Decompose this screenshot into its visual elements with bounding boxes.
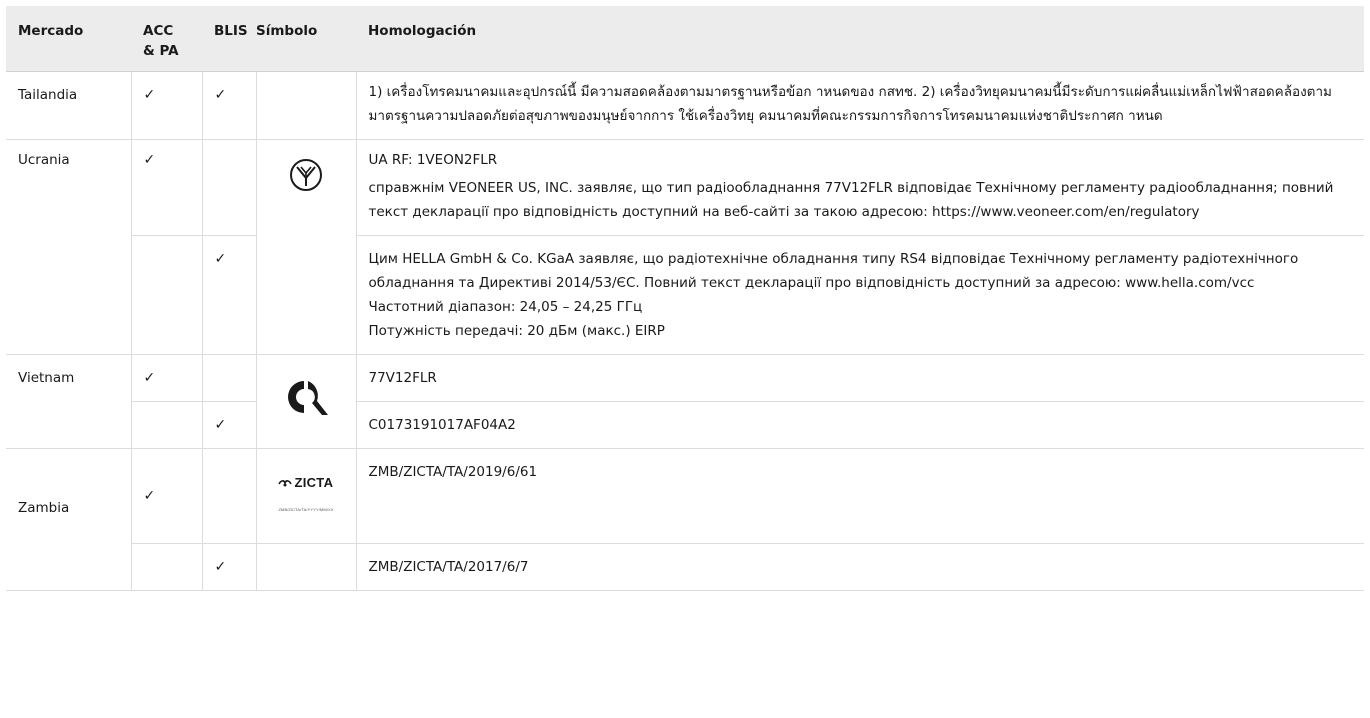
ukrainian-conformity-mark-icon — [289, 158, 323, 200]
symbol-empty-zambia-blis — [255, 542, 357, 591]
homologation-cell-thailand: 1) เครื่องโทรคมนาคมและอุปกรณ์นี้ มีความส… — [355, 70, 1364, 140]
blis-check-vietnam: ✓ — [201, 400, 257, 449]
symbol-cell-vietnam — [255, 353, 357, 449]
market-cell-vietnam: Vietnam — [6, 353, 132, 449]
acc-pa-empty-ukraine-blis — [131, 234, 203, 355]
header-market: Mercado — [6, 6, 131, 72]
symbol-cell-ukraine — [255, 138, 357, 355]
zicta-logo-mark: ZICTA — [278, 471, 333, 495]
blis-check-zambia: ✓ — [201, 542, 257, 591]
header-acc-pa-line2: & PA — [143, 43, 179, 59]
vietnam-cr-mark-icon — [284, 377, 328, 425]
table-row-ukraine-blis: ✓ Цим HELLA GmbH & Co. KGaA заявляє, що … — [6, 234, 1364, 355]
acc-pa-empty-zambia-blis — [131, 542, 203, 591]
ukraine-blis-line-2: Частотний діапазон: 24,05 – 24,25 ГГц — [368, 298, 643, 315]
market-cell-ukraine: Ucrania — [6, 138, 132, 355]
blis-empty-vietnam-acc — [201, 353, 257, 402]
homologation-cell-zambia-blis: ZMB/ZICTA/TA/2017/6/7 — [355, 542, 1364, 591]
table-header-row: Mercado ACC & PA BLIS Símbolo Homologaci… — [6, 6, 1364, 72]
acc-pa-check-thailand: ✓ — [130, 70, 203, 140]
blis-empty-zambia-acc — [201, 447, 257, 544]
zicta-logo: ZICTA ZMB/ZICTA/TA/YYYY/MM/XX — [278, 471, 333, 522]
header-homologation: Homologación — [356, 6, 1364, 72]
header-symbol: Símbolo — [256, 6, 356, 72]
zicta-logo-subtext: ZMB/ZICTA/TA/YYYY/MM/XX — [278, 507, 334, 512]
blis-empty-ukraine-acc — [201, 138, 257, 236]
table-row-zambia-acc: Zambia ✓ ZICTA ZMB/ZICTA/TA/YYYY/MM/XX Z… — [6, 447, 1364, 591]
header-blis: BLIS — [202, 6, 256, 72]
homologation-cell-zambia-acc: ZMB/ZICTA/TA/2019/6/61 — [355, 447, 1364, 544]
zicta-logo-text: ZICTA — [294, 475, 334, 490]
symbol-cell-zambia: ZICTA ZMB/ZICTA/TA/YYYY/MM/XX — [255, 447, 357, 544]
ukraine-blis-line-3: Потужність передачі: 20 дБм (макс.) EIRP — [368, 322, 665, 339]
regulatory-table: Mercado ACC & PA BLIS Símbolo Homologaci… — [6, 6, 1364, 591]
ukraine-acc-line-1: UA RF: 1VEON2FLR — [368, 151, 498, 168]
zicta-emblem-icon — [278, 480, 293, 487]
market-cell-zambia: Zambia — [6, 447, 132, 591]
ukraine-acc-line-2: справжнім VEONEER US, INC. заявляє, що т… — [368, 179, 1334, 220]
table-row-thailand: Tailandia ✓ ✓ 1) เครื่องโทรคมนาคมและอุปก… — [6, 70, 1364, 140]
table-row-vietnam-blis: ✓ C0173191017AF04A2 — [6, 400, 1364, 449]
header-acc-pa: ACC & PA — [131, 6, 202, 72]
symbol-cell-thailand — [255, 70, 357, 140]
blis-check-thailand: ✓ — [201, 70, 257, 140]
table-row-vietnam-acc: Vietnam ✓ 77V12FLR — [6, 353, 1364, 449]
homologation-cell-vietnam-acc: 77V12FLR — [355, 353, 1364, 402]
acc-pa-empty-vietnam-blis — [131, 400, 203, 449]
homologation-cell-vietnam-blis: C0173191017AF04A2 — [355, 400, 1364, 449]
homologation-cell-ukraine-acc: UA RF: 1VEON2FLR справжнім VEONEER US, I… — [355, 138, 1364, 236]
acc-pa-check-ukraine: ✓ — [130, 138, 203, 236]
acc-pa-check-zambia: ✓ — [130, 447, 203, 544]
header-acc-pa-line1: ACC — [143, 23, 174, 39]
ukraine-blis-line-1: Цим HELLA GmbH & Co. KGaA заявляє, що ра… — [368, 250, 1299, 291]
market-cell-thailand: Tailandia — [6, 70, 132, 140]
table-row-ukraine-acc: Ucrania ✓ UA RF: 1VEON2FLR справжнім VEO… — [6, 138, 1364, 355]
blis-check-ukraine: ✓ — [201, 234, 257, 355]
table-row-zambia-blis: ✓ ZMB/ZICTA/TA/2017/6/7 — [6, 542, 1364, 591]
acc-pa-check-vietnam: ✓ — [130, 353, 203, 402]
homologation-cell-ukraine-blis: Цим HELLA GmbH & Co. KGaA заявляє, що ра… — [355, 234, 1364, 355]
